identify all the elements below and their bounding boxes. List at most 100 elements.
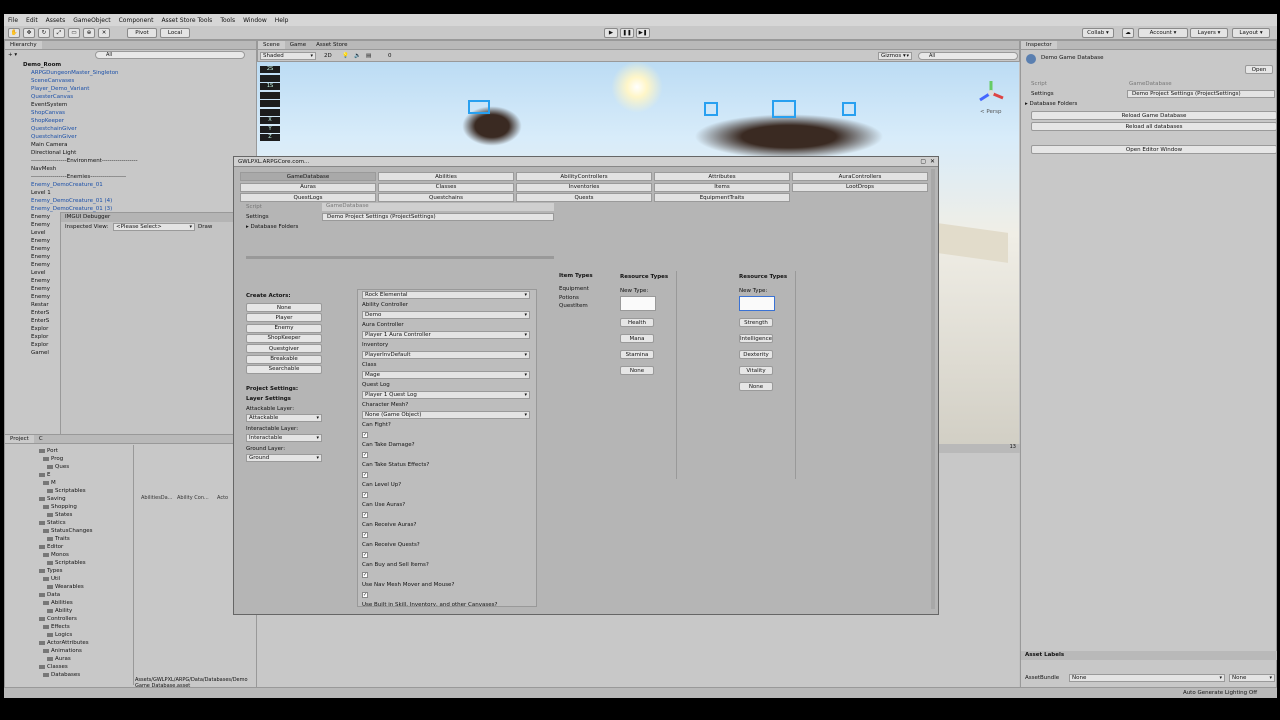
hierarchy-item[interactable]: Explor xyxy=(31,341,48,349)
scene-overlay-item[interactable]: Y xyxy=(260,125,280,133)
maximize-icon[interactable]: ▢ xyxy=(920,158,926,165)
project-folder[interactable]: Saving xyxy=(39,495,66,503)
inspected-view-dropdown[interactable]: <Please Select> xyxy=(113,223,195,231)
hierarchy-item[interactable]: Enemy_DemoCreature_01 (4) xyxy=(31,197,112,205)
inspector-settings-field[interactable]: Demo Project Settings (ProjectSettings) xyxy=(1127,90,1275,98)
menu-window[interactable]: Window xyxy=(239,17,271,24)
database-tab[interactable]: Attributes xyxy=(654,172,790,181)
tab-inspector[interactable]: Inspector xyxy=(1021,41,1057,49)
database-tab[interactable]: Abilities xyxy=(378,172,514,181)
project-folder[interactable]: Controllers xyxy=(39,615,77,623)
reload-game-database-button[interactable]: Reload Game Database xyxy=(1031,111,1277,120)
menu-help[interactable]: Help xyxy=(271,17,293,24)
checkbox[interactable]: ✓ xyxy=(362,432,368,438)
database-folders-foldout[interactable]: ▸ Database Folders xyxy=(246,224,298,230)
tab-console[interactable]: C xyxy=(33,435,48,443)
database-tab[interactable]: AbilityControllers xyxy=(516,172,652,181)
actor-button-player[interactable]: Player xyxy=(246,313,322,323)
hierarchy-create-button[interactable]: + ▾ xyxy=(8,51,17,59)
creature-group-model[interactable] xyxy=(694,114,884,159)
database-tab[interactable]: AuraControllers xyxy=(792,172,928,181)
effects-toggle-icon[interactable]: ▤ xyxy=(366,53,371,59)
play-button[interactable]: ▶ xyxy=(604,28,618,38)
resource-button-stamina[interactable]: Stamina xyxy=(620,350,654,359)
hierarchy-item[interactable]: QuesterCanvas xyxy=(31,93,73,101)
project-folder[interactable]: Animations xyxy=(43,647,82,655)
project-folder[interactable]: ActorAttributes xyxy=(39,639,89,647)
project-folder[interactable]: States xyxy=(47,511,72,519)
hierarchy-item[interactable]: ------------------Environment-----------… xyxy=(31,157,138,165)
open-editor-window-button[interactable]: Open Editor Window xyxy=(1031,145,1277,154)
ground-layer-dropdown[interactable]: Ground xyxy=(246,454,322,462)
draw-label[interactable]: Draw xyxy=(198,224,212,230)
actor-button-enemy[interactable]: Enemy xyxy=(246,323,322,333)
hierarchy-item[interactable]: Gamel xyxy=(31,349,49,357)
resource-button-vitality[interactable]: Vitality xyxy=(739,366,773,375)
rotate-tool-icon[interactable]: ↻ xyxy=(38,28,50,38)
database-tab[interactable]: QuestLogs xyxy=(240,193,376,202)
scene-overlay-item[interactable]: X xyxy=(260,117,280,124)
2d-toggle[interactable]: 2D xyxy=(324,53,332,59)
tab-asset-store[interactable]: Asset Store xyxy=(311,41,353,49)
collab-button[interactable]: Collab ▾ xyxy=(1082,28,1114,38)
project-folder[interactable]: Shopping xyxy=(43,503,77,511)
resource-button-strength[interactable]: Strength xyxy=(739,318,773,327)
hierarchy-item[interactable]: Restar xyxy=(31,301,49,309)
project-folder[interactable]: Monos xyxy=(43,551,69,559)
hierarchy-item[interactable]: Explor xyxy=(31,333,48,341)
field-dropdown[interactable]: Player 1 Aura Controller xyxy=(362,331,530,339)
hierarchy-item[interactable]: EnterS xyxy=(31,309,49,317)
scene-overlay-item[interactable]: 2S xyxy=(260,66,280,73)
field-dropdown[interactable]: PlayerInvDefault xyxy=(362,351,530,359)
hierarchy-item[interactable]: Enemy xyxy=(31,285,50,293)
lighting-toggle-icon[interactable]: 💡 xyxy=(342,53,349,59)
hierarchy-item[interactable]: QuestchainGiver xyxy=(31,133,77,141)
project-folder[interactable]: E xyxy=(39,471,50,479)
hierarchy-item[interactable]: SceneCanvases xyxy=(31,77,74,85)
project-folder[interactable]: Util xyxy=(43,575,60,583)
new-type-input[interactable] xyxy=(739,296,775,311)
item-type-label[interactable]: Equipment xyxy=(559,286,589,292)
scene-overlay-item[interactable]: Z xyxy=(260,134,280,141)
pivot-toggle[interactable]: Pivot xyxy=(127,28,157,38)
open-button[interactable]: Open xyxy=(1245,65,1273,74)
project-folder[interactable]: Abilities xyxy=(43,599,73,607)
checkbox[interactable]: ✓ xyxy=(362,532,368,538)
field-dropdown[interactable]: None (Game Object) xyxy=(362,411,530,419)
database-tab[interactable]: Classes xyxy=(378,182,514,192)
reload-all-databases-button[interactable]: Reload all databases xyxy=(1031,122,1277,131)
checkbox[interactable]: ✓ xyxy=(362,512,368,518)
attackable-layer-dropdown[interactable]: Attackable xyxy=(246,414,322,422)
checkbox[interactable]: ✓ xyxy=(362,572,368,578)
actor-button-shopkeeper[interactable]: ShopKeeper xyxy=(246,333,322,343)
database-tab[interactable]: Auras xyxy=(240,182,376,192)
field-dropdown[interactable]: Mage xyxy=(362,371,530,379)
project-folder[interactable]: Effects xyxy=(43,623,70,631)
close-icon[interactable]: ✕ xyxy=(930,158,935,165)
resource-button-dexterity[interactable]: Dexterity xyxy=(739,350,773,359)
project-folder[interactable]: Statics xyxy=(39,519,66,527)
project-folder[interactable]: Classes xyxy=(39,663,68,671)
field-dropdown[interactable]: Rock Elemental xyxy=(362,291,530,299)
pause-button[interactable]: ❚❚ xyxy=(620,28,634,38)
menu-assets[interactable]: Assets xyxy=(42,17,70,24)
resource-button-none[interactable]: None xyxy=(620,366,654,375)
database-tab[interactable]: Questchains xyxy=(378,193,514,202)
tab-hierarchy[interactable]: Hierarchy xyxy=(5,41,42,49)
hierarchy-item[interactable]: Player_Demo_Variant xyxy=(31,85,89,93)
actor-button-searchable[interactable]: Searchable xyxy=(246,364,322,374)
project-folder[interactable]: Auras xyxy=(47,655,71,663)
interactable-layer-dropdown[interactable]: Interactable xyxy=(246,434,322,442)
actor-settings-scrollview[interactable]: Rock Elemental Ability Controller Demo Aura… xyxy=(357,289,537,607)
asset-thumb-actors[interactable]: Acto xyxy=(217,495,228,501)
hierarchy-item[interactable]: EventSystem xyxy=(31,101,67,109)
field-dropdown[interactable]: Player 1 Quest Log xyxy=(362,391,530,399)
item-type-label[interactable]: QuestItem xyxy=(559,303,588,309)
project-folder[interactable]: Data xyxy=(39,591,60,599)
hand-tool-icon[interactable]: ✋ xyxy=(8,28,20,38)
project-folder[interactable]: Port xyxy=(39,447,58,455)
project-folder[interactable]: Scriptables xyxy=(47,487,86,495)
console-counter[interactable]: 13 xyxy=(938,444,1020,453)
shading-mode-dropdown[interactable]: Shaded xyxy=(260,52,316,60)
checkbox[interactable]: ✓ xyxy=(362,492,368,498)
